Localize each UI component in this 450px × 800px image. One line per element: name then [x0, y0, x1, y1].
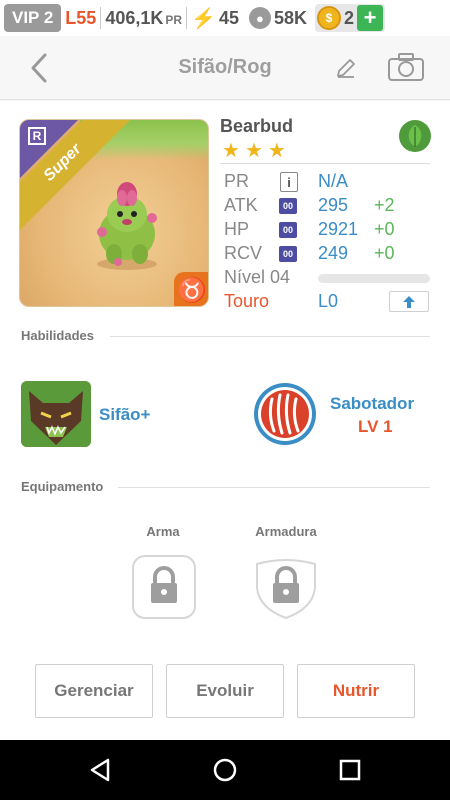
rune-icon: 00	[279, 222, 297, 238]
rarity-icon: R	[28, 127, 46, 145]
level-label: Nível 04	[224, 267, 291, 287]
stat-label: HP	[224, 219, 250, 239]
armor-slot[interactable]	[253, 554, 319, 620]
weapon-slot[interactable]	[131, 554, 197, 620]
food-counter[interactable]: ● 58K	[248, 7, 307, 29]
system-navigation-bar	[0, 740, 450, 800]
lightning-icon: ⚡	[191, 7, 216, 30]
pr-total: 406,1K PR	[105, 8, 182, 29]
skills-section-title: Habilidades	[21, 328, 94, 343]
armor-label: Armadura	[255, 524, 317, 539]
gems-value: 2	[344, 7, 355, 28]
add-gems-button[interactable]: +	[357, 5, 384, 31]
stat-value: 295	[318, 195, 349, 215]
stat-value: 249	[318, 243, 349, 263]
feed-button[interactable]: Nutrir	[297, 664, 415, 718]
taurus-icon: ♉	[174, 272, 208, 306]
claw-icon	[254, 383, 316, 445]
info-button[interactable]: i	[280, 172, 298, 192]
divider	[110, 336, 430, 337]
camera-button[interactable]	[387, 52, 425, 82]
divider	[100, 7, 102, 29]
weapon-label: Arma	[146, 524, 180, 539]
coin-icon: $	[317, 6, 341, 30]
lock-icon	[132, 555, 196, 619]
star-icon: ★	[222, 140, 240, 162]
paw-icon: ●	[248, 7, 271, 29]
star-rating: ★ ★ ★	[222, 141, 286, 161]
stat-value: 2921	[318, 219, 359, 239]
wolf-icon	[21, 381, 91, 447]
manage-button[interactable]: Gerenciar	[35, 664, 153, 718]
leaf-icon	[399, 120, 431, 152]
monster-portrait[interactable]: Super R ♉	[19, 119, 209, 307]
energy-counter[interactable]: ⚡ 45	[191, 6, 239, 31]
divider	[118, 487, 430, 488]
camera-icon	[388, 53, 424, 81]
star-icon: ★	[244, 140, 263, 162]
home-circle-icon[interactable]	[211, 756, 239, 784]
evolve-button[interactable]: Evoluir	[166, 664, 284, 718]
screen: VIP 2 L55 406,1K PR ⚡ 45 ● 58K $ 2 + Sif…	[0, 0, 450, 800]
edit-button[interactable]	[334, 56, 358, 80]
stat-row-pr: PR i N/A	[224, 171, 434, 193]
stat-value: N/A	[318, 171, 349, 191]
stat-row-atk: ATK 00 295 +2	[224, 195, 434, 217]
upgrade-button[interactable]	[389, 291, 429, 312]
stat-bonus: +2	[374, 195, 395, 215]
trait-name[interactable]: Sabotador	[330, 394, 414, 414]
stat-bonus: +0	[374, 243, 395, 263]
rune-icon: 00	[279, 246, 297, 262]
stat-row-rcv: RCV 00 249 +0	[224, 243, 434, 265]
monster-detail-panel: Super R ♉ Bearbud ★ ★ ★ PR i N/A ATK 00 …	[0, 101, 450, 740]
zodiac-row: Touro L0	[224, 291, 434, 313]
trait-level: LV 1	[358, 417, 393, 436]
equipment-section-title: Equipamento	[21, 479, 104, 494]
stat-label: ATK	[224, 195, 258, 215]
stat-row-hp: HP 00 2921 +0	[224, 219, 434, 241]
divider	[186, 7, 188, 29]
stat-bonus: +0	[374, 219, 395, 239]
zodiac-name: Touro	[224, 291, 270, 311]
skill-name[interactable]: Sifão+	[99, 405, 151, 425]
monster-name: Bearbud	[220, 116, 294, 136]
star-icon: ★	[267, 140, 286, 162]
xp-progress-bar	[318, 274, 430, 283]
monster-image	[97, 182, 157, 270]
divider	[220, 163, 430, 164]
trait-icon[interactable]	[252, 381, 318, 447]
energy-value: 45	[218, 7, 239, 28]
recents-square-icon[interactable]	[336, 756, 364, 784]
pr-unit: PR	[165, 12, 183, 27]
pr-amount: 406,1K	[105, 7, 164, 28]
vip-badge[interactable]: VIP 2	[4, 4, 62, 32]
lock-icon	[256, 559, 316, 620]
player-level: L55	[65, 7, 97, 28]
food-value: 58K	[273, 7, 307, 28]
back-triangle-icon[interactable]	[86, 756, 114, 784]
rune-icon: 00	[279, 198, 297, 214]
level-row: Nível 04	[224, 267, 434, 289]
status-bar: VIP 2 L55 406,1K PR ⚡ 45 ● 58K $ 2 +	[0, 0, 450, 36]
stat-label: RCV	[224, 243, 263, 263]
gems-counter[interactable]: $ 2 +	[315, 4, 386, 32]
page-title: Sifão/Rog	[178, 56, 272, 78]
stat-label: PR	[224, 171, 250, 191]
header: Sifão/Rog	[0, 36, 450, 100]
skill-icon[interactable]	[21, 381, 91, 447]
arrow-up-icon	[403, 295, 415, 308]
league-value: L0	[318, 291, 339, 311]
pencil-icon	[337, 59, 355, 78]
